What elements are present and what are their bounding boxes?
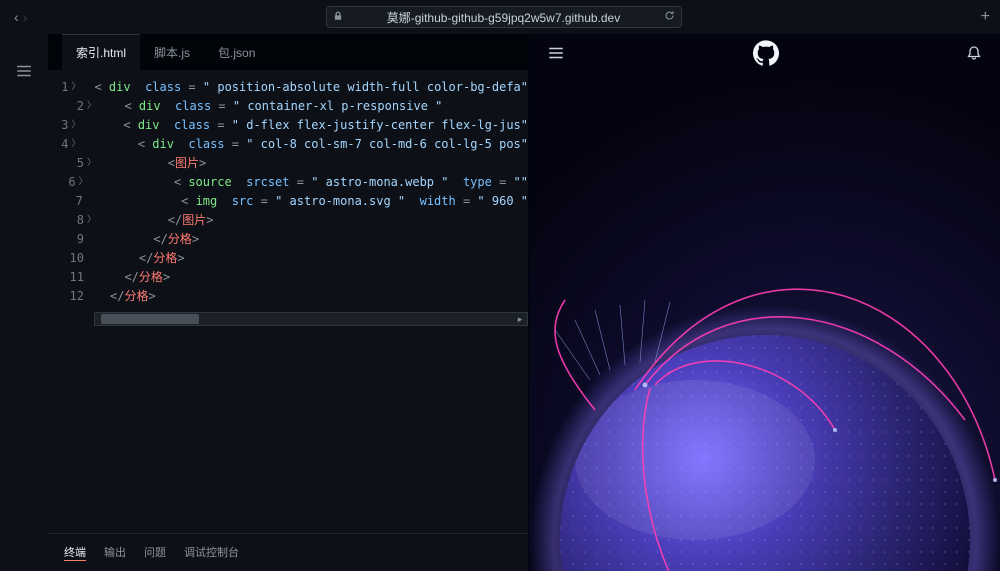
preview-menu-icon[interactable] <box>547 44 565 65</box>
code-line[interactable]: 3〉 < div class = " d-flex flex-justify-c… <box>48 116 528 135</box>
nav-back-icon[interactable]: ‹ <box>14 9 19 25</box>
line-number: 5〉 <box>48 154 94 173</box>
activity-bar <box>0 34 48 571</box>
line-number: 12 <box>48 287 94 306</box>
fold-icon[interactable]: 〉 <box>87 211 96 230</box>
code-content: </分格> <box>94 230 199 249</box>
github-logo-icon[interactable] <box>753 40 779 69</box>
code-content: </分格> <box>94 287 156 306</box>
code-line[interactable]: 4〉 < div class = " col-8 col-sm-7 col-md… <box>48 135 528 154</box>
editor-tab[interactable]: 索引.html <box>62 34 140 70</box>
code-line[interactable]: 10 </分格> <box>48 249 528 268</box>
editor-tab[interactable]: 包.json <box>204 34 269 70</box>
scrollbar-thumb[interactable] <box>101 314 199 324</box>
code-content: < div class = " col-8 col-sm-7 col-md-6 … <box>78 135 528 154</box>
line-number: 9 <box>48 230 94 249</box>
code-content: < div class = " position-absolute width-… <box>78 78 528 97</box>
line-number: 3〉 <box>48 116 78 135</box>
code-content: <图片> <box>94 154 206 173</box>
code-line[interactable]: 8〉 </图片> <box>48 211 528 230</box>
code-content: < div class = " d-flex flex-justify-cent… <box>78 116 528 135</box>
globe-illustration <box>529 270 1000 571</box>
preview-header <box>529 34 1000 74</box>
line-number: 1〉 <box>48 78 78 97</box>
fold-icon[interactable]: 〉 <box>71 116 80 135</box>
code-editor[interactable]: 1〉< div class = " position-absolute widt… <box>48 70 528 310</box>
bottom-panel: 终端 输出 问题 调试控制台 <box>48 533 528 571</box>
code-content: < div class = " container-xl p-responsiv… <box>94 97 442 116</box>
fold-icon[interactable]: 〉 <box>79 173 88 192</box>
line-number: 8〉 <box>48 211 94 230</box>
line-number: 7 <box>48 192 93 211</box>
editor-tabs: 索引.html脚本.js包.json <box>48 34 528 70</box>
code-line[interactable]: 1〉< div class = " position-absolute widt… <box>48 78 528 97</box>
scrollbar-right-icon[interactable]: ▸ <box>513 313 527 325</box>
fold-icon[interactable]: 〉 <box>87 154 96 173</box>
code-content: </分格> <box>94 268 170 287</box>
code-line[interactable]: 7 < img src = " astro-mona.svg " width =… <box>48 192 528 211</box>
line-number: 4〉 <box>48 135 78 154</box>
nav-forward-icon: › <box>23 9 28 25</box>
line-number: 6〉 <box>48 173 86 192</box>
editor-tab[interactable]: 脚本.js <box>140 34 204 70</box>
new-tab-icon[interactable]: + <box>981 8 990 26</box>
address-text: 莫娜-github-github-g59jpq2w5w7.github.dev <box>387 9 620 26</box>
line-number: 2〉 <box>48 97 94 116</box>
nav-arrows: ‹ › <box>14 9 27 25</box>
code-line[interactable]: 2〉 < div class = " container-xl p-respon… <box>48 97 528 116</box>
fold-icon[interactable]: 〉 <box>87 97 96 116</box>
code-content: </分格> <box>94 249 185 268</box>
title-bar: ‹ › 莫娜-github-github-g59jpq2w5w7.github.… <box>0 0 1000 34</box>
panel-tab[interactable]: 输出 <box>104 544 126 561</box>
code-content: < img src = " astro-mona.svg " width = "… <box>93 192 528 211</box>
code-line[interactable]: 5〉 <图片> <box>48 154 528 173</box>
code-content: </图片> <box>94 211 214 230</box>
menu-icon[interactable] <box>15 62 33 83</box>
panel-tab[interactable]: 问题 <box>144 544 166 561</box>
panel-tab[interactable]: 终端 <box>64 544 86 561</box>
code-line[interactable]: 6〉 < source srcset = " astro-mona.webp "… <box>48 173 528 192</box>
line-number: 11 <box>48 268 94 287</box>
code-line[interactable]: 11 </分格> <box>48 268 528 287</box>
notifications-icon[interactable] <box>966 45 982 64</box>
address-bar[interactable]: 莫娜-github-github-g59jpq2w5w7.github.dev <box>326 6 682 28</box>
preview-pane <box>529 34 1000 571</box>
fold-icon[interactable]: 〉 <box>71 78 80 97</box>
code-line[interactable]: 9 </分格> <box>48 230 528 249</box>
code-line[interactable]: 12</分格> <box>48 287 528 306</box>
panel-tab[interactable]: 调试控制台 <box>184 544 239 561</box>
fold-icon[interactable]: 〉 <box>71 135 80 154</box>
lock-icon <box>327 10 343 24</box>
code-content: < source srcset = " astro-mona.webp " ty… <box>86 173 528 192</box>
editor-pane: 索引.html脚本.js包.json 1〉< div class = " pos… <box>48 34 529 571</box>
line-number: 10 <box>48 249 94 268</box>
horizontal-scrollbar[interactable]: ▸ <box>94 312 528 326</box>
reload-icon[interactable] <box>664 10 681 24</box>
